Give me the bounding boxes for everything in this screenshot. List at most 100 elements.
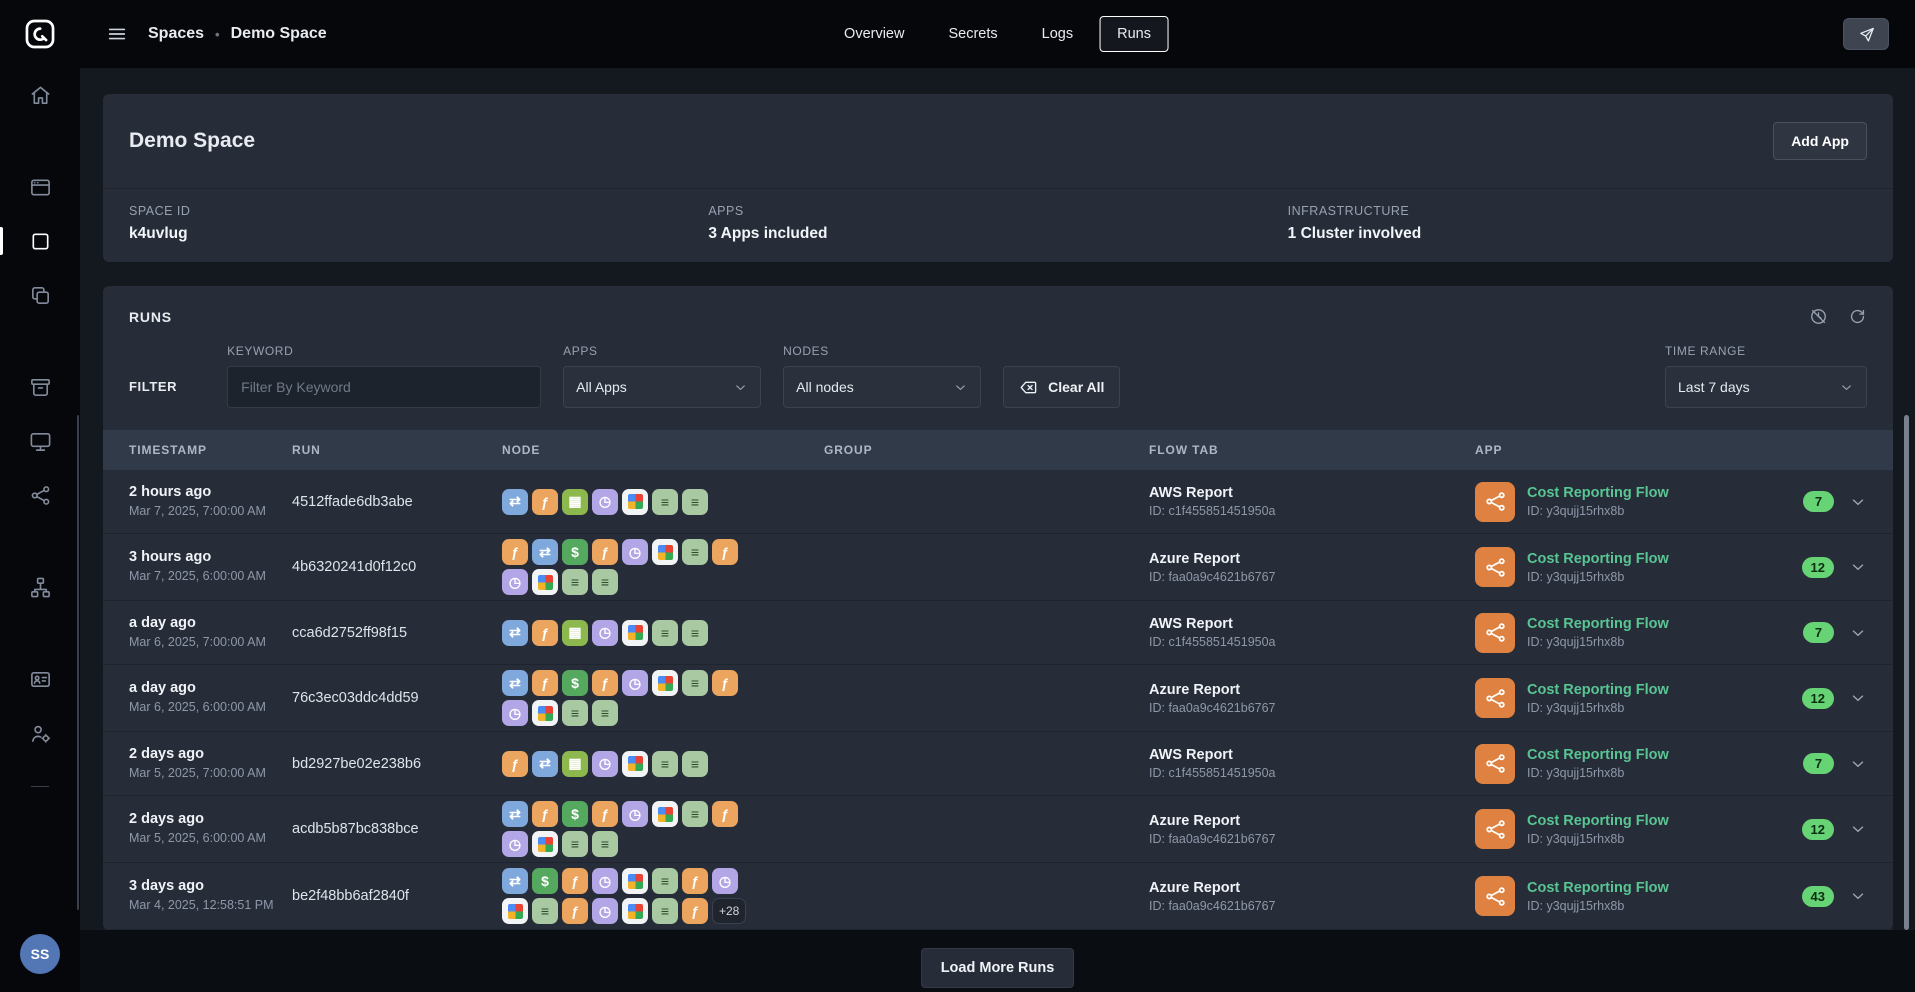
user-avatar[interactable]: SS: [20, 934, 60, 974]
function-orange-node-icon[interactable]: ƒ: [682, 868, 708, 894]
row-expand-chevron[interactable]: [1849, 558, 1867, 576]
clear-all-button[interactable]: Clear All: [1003, 366, 1120, 408]
keyword-filter-input[interactable]: [227, 366, 541, 408]
table-green-node-icon[interactable]: ≡: [592, 831, 618, 857]
function-orange-node-icon[interactable]: ƒ: [532, 620, 558, 646]
function-orange-node-icon[interactable]: ƒ: [682, 898, 708, 924]
table-green-node-icon[interactable]: ≡: [562, 831, 588, 857]
row-expand-chevron[interactable]: [1849, 820, 1867, 838]
row-expand-chevron[interactable]: [1849, 755, 1867, 773]
table-green-node-icon[interactable]: ≡: [682, 539, 708, 565]
sidebar-item-home[interactable]: [0, 72, 80, 118]
function-orange-node-icon[interactable]: ƒ: [562, 898, 588, 924]
timer-purple-node-icon[interactable]: ◷: [592, 620, 618, 646]
table-green-node-icon[interactable]: ≡: [682, 489, 708, 515]
app-flow-link[interactable]: Cost Reporting Flow: [1527, 551, 1669, 567]
sidebar-item-id-card[interactable]: [0, 656, 80, 702]
tab-runs[interactable]: Runs: [1099, 16, 1169, 52]
schedule-off-icon[interactable]: [1809, 307, 1828, 326]
function-orange-node-icon[interactable]: ƒ: [712, 670, 738, 696]
table-green-node-icon[interactable]: ≡: [652, 868, 678, 894]
table-row[interactable]: 3 hours ago Mar 7, 2025, 6:00:00 AM 4b63…: [103, 534, 1893, 601]
sheets-multi-node-icon[interactable]: [622, 868, 648, 894]
app-flow-link[interactable]: Cost Reporting Flow: [1527, 485, 1669, 501]
sheets-multi-node-icon[interactable]: [532, 831, 558, 857]
table-row[interactable]: 2 hours ago Mar 7, 2025, 7:00:00 AM 4512…: [103, 470, 1893, 534]
timer-purple-node-icon[interactable]: ◷: [502, 831, 528, 857]
table-row[interactable]: a day ago Mar 6, 2025, 7:00:00 AM cca6d2…: [103, 601, 1893, 665]
refresh-icon[interactable]: [1848, 307, 1867, 326]
sidebar-item-spaces[interactable]: [0, 218, 80, 264]
app-logo[interactable]: [0, 0, 80, 68]
table-green-node-icon[interactable]: ≡: [652, 620, 678, 646]
sidebar-item-hierarchy[interactable]: [0, 564, 80, 610]
function-orange-node-icon[interactable]: ƒ: [712, 539, 738, 565]
table-row[interactable]: 2 days ago Mar 5, 2025, 6:00:00 AM acdb5…: [103, 796, 1893, 863]
table-green-node-icon[interactable]: ≡: [682, 801, 708, 827]
tab-overview[interactable]: Overview: [826, 16, 922, 52]
timer-purple-node-icon[interactable]: ◷: [592, 868, 618, 894]
table-row[interactable]: 2 days ago Mar 5, 2025, 7:00:00 AM bd292…: [103, 732, 1893, 796]
transfer-blue-node-icon[interactable]: ⇄: [532, 539, 558, 565]
sheets-multi-node-icon[interactable]: [652, 801, 678, 827]
sidebar-item-layers[interactable]: [0, 272, 80, 318]
sidebar-item-share-nodes[interactable]: [0, 472, 80, 518]
function-orange-node-icon[interactable]: ƒ: [592, 670, 618, 696]
sheets-multi-node-icon[interactable]: [622, 489, 648, 515]
timer-purple-node-icon[interactable]: ◷: [622, 670, 648, 696]
transfer-blue-node-icon[interactable]: ⇄: [532, 751, 558, 777]
money-green-node-icon[interactable]: $: [562, 801, 588, 827]
sheets-multi-node-icon[interactable]: [532, 700, 558, 726]
function-orange-node-icon[interactable]: ƒ: [502, 539, 528, 565]
money-green-node-icon[interactable]: $: [562, 670, 588, 696]
sheets-multi-node-icon[interactable]: [502, 898, 528, 924]
sheets-multi-node-icon[interactable]: [652, 539, 678, 565]
function-orange-node-icon[interactable]: ƒ: [502, 751, 528, 777]
function-orange-node-icon[interactable]: ƒ: [712, 801, 738, 827]
app-flow-link[interactable]: Cost Reporting Flow: [1527, 682, 1669, 698]
function-orange-node-icon[interactable]: ƒ: [592, 539, 618, 565]
tab-logs[interactable]: Logs: [1024, 16, 1091, 52]
timer-purple-node-icon[interactable]: ◷: [622, 801, 648, 827]
sheets-multi-node-icon[interactable]: [532, 569, 558, 595]
table-green-node-icon[interactable]: ≡: [682, 670, 708, 696]
row-expand-chevron[interactable]: [1849, 493, 1867, 511]
node-overflow-chip[interactable]: +28: [712, 898, 746, 924]
transfer-blue-node-icon[interactable]: ⇄: [502, 868, 528, 894]
pin-button[interactable]: [1843, 18, 1889, 50]
transfer-blue-node-icon[interactable]: ⇄: [502, 489, 528, 515]
timer-purple-node-icon[interactable]: ◷: [592, 898, 618, 924]
sidebar-item-user-gear[interactable]: [0, 710, 80, 756]
money-green-node-icon[interactable]: $: [532, 868, 558, 894]
table-green-node-icon[interactable]: ≡: [682, 751, 708, 777]
load-more-runs-button[interactable]: Load More Runs: [921, 948, 1075, 988]
sheets-multi-node-icon[interactable]: [652, 670, 678, 696]
table-green-node-icon[interactable]: ≡: [652, 898, 678, 924]
table-green-node-icon[interactable]: ≡: [532, 898, 558, 924]
timer-purple-node-icon[interactable]: ◷: [592, 489, 618, 515]
function-orange-node-icon[interactable]: ƒ: [532, 489, 558, 515]
app-flow-link[interactable]: Cost Reporting Flow: [1527, 747, 1669, 763]
sidebar-item-archive[interactable]: [0, 364, 80, 410]
chart-green-node-icon[interactable]: ▦: [562, 489, 588, 515]
table-green-node-icon[interactable]: ≡: [652, 489, 678, 515]
transfer-blue-node-icon[interactable]: ⇄: [502, 620, 528, 646]
hamburger-menu-icon[interactable]: [106, 23, 128, 45]
transfer-blue-node-icon[interactable]: ⇄: [502, 801, 528, 827]
app-flow-link[interactable]: Cost Reporting Flow: [1527, 880, 1669, 896]
sheets-multi-node-icon[interactable]: [622, 620, 648, 646]
chart-green-node-icon[interactable]: ▦: [562, 751, 588, 777]
row-expand-chevron[interactable]: [1849, 624, 1867, 642]
function-orange-node-icon[interactable]: ƒ: [592, 801, 618, 827]
timer-purple-node-icon[interactable]: ◷: [502, 700, 528, 726]
timer-purple-node-icon[interactable]: ◷: [712, 868, 738, 894]
apps-filter-select[interactable]: All Apps: [563, 366, 761, 408]
sheets-multi-node-icon[interactable]: [622, 898, 648, 924]
app-flow-link[interactable]: Cost Reporting Flow: [1527, 616, 1669, 632]
chart-green-node-icon[interactable]: ▦: [562, 620, 588, 646]
table-green-node-icon[interactable]: ≡: [592, 569, 618, 595]
app-flow-link[interactable]: Cost Reporting Flow: [1527, 813, 1669, 829]
timer-purple-node-icon[interactable]: ◷: [622, 539, 648, 565]
tab-secrets[interactable]: Secrets: [930, 16, 1015, 52]
nodes-filter-select[interactable]: All nodes: [783, 366, 981, 408]
